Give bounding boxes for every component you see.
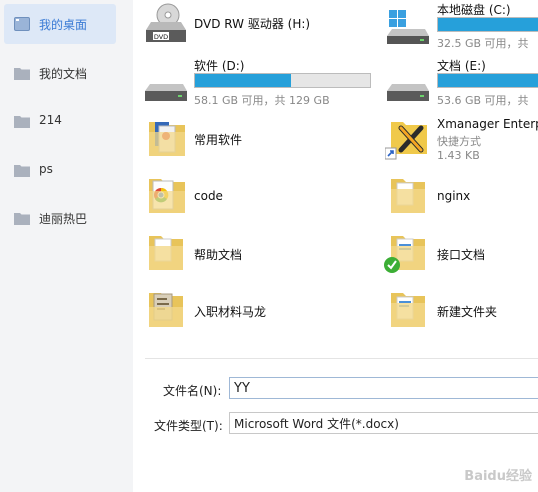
file-name: 新建文件夹: [437, 305, 498, 319]
folder-icon: [391, 179, 425, 213]
file-name: 文档 (E:): [437, 59, 486, 73]
file-name: code: [194, 189, 223, 203]
file-name: 入职材料马龙: [194, 305, 267, 319]
filetype-select[interactable]: Microsoft Word 文件(*.docx): [229, 412, 538, 434]
file-name: 帮助文档: [194, 248, 243, 262]
sidebar-item-ps[interactable]: ps: [4, 150, 116, 190]
folder-icon: [14, 68, 30, 80]
sidebar-item-label: 214: [39, 113, 62, 127]
hard-drive-icon: [145, 84, 187, 101]
folder-check-icon: [384, 236, 425, 273]
sidebar-item-label: 迪丽热巴: [39, 212, 88, 226]
xmanager-shortcut-icon: [385, 122, 427, 160]
folder-icon: [14, 116, 30, 128]
folder-icon: [149, 236, 183, 270]
file-name: 接口文档: [437, 248, 486, 262]
folder-icon: [391, 293, 425, 327]
file-name: 常用软件: [194, 133, 243, 147]
file-name: Xmanager Enterp: [437, 117, 538, 131]
hard-drive-icon: [387, 84, 429, 101]
disk-space-text: 58.1 GB 可用，共 129 GB: [194, 94, 330, 107]
watermark: Baidu经验: [464, 469, 532, 484]
folder-icon: [149, 293, 183, 327]
sidebar-item-label: ps: [39, 162, 53, 176]
file-item-common-software[interactable]: [145, 116, 375, 164]
form-divider: [145, 358, 538, 359]
file-type-text: 快捷方式: [437, 135, 481, 148]
sidebar-item-214[interactable]: 214: [4, 101, 116, 141]
folder-icon: [14, 165, 30, 177]
folder-icon: [14, 213, 30, 225]
desktop-icon: [14, 17, 30, 31]
sidebar-item-desktop[interactable]: 我的桌面: [4, 4, 116, 44]
file-name: 软件 (D:): [194, 59, 245, 73]
dvd-drive-icon: DVD: [146, 3, 186, 42]
folder-chrome-icon: [149, 179, 185, 213]
folder-icon: [149, 122, 185, 156]
disk-usage-bar: [437, 17, 538, 32]
disk-space-text: 53.6 GB 可用，共: [437, 94, 529, 107]
file-item-code[interactable]: [145, 173, 375, 221]
disk-usage-bar: [437, 73, 538, 88]
windows-drive-icon: [387, 10, 429, 44]
sidebar-item-dilireba[interactable]: 迪丽热巴: [4, 198, 116, 238]
sidebar-item-label: 我的文档: [39, 67, 88, 81]
sidebar-item-label: 我的桌面: [39, 18, 88, 32]
disk-usage-bar: [194, 73, 371, 88]
file-size-text: 1.43 KB: [437, 149, 480, 162]
sidebar-item-documents[interactable]: 我的文档: [4, 53, 116, 93]
filename-label: 文件名(N):: [163, 384, 222, 398]
svg-text:DVD: DVD: [154, 33, 168, 41]
filetype-value: Microsoft Word 文件(*.docx): [234, 416, 399, 431]
file-name: 本地磁盘 (C:): [437, 3, 511, 17]
file-name: nginx: [437, 189, 471, 203]
filename-input[interactable]: [229, 377, 538, 399]
disk-space-text: 32.5 GB 可用，共: [437, 37, 529, 50]
file-item-help-docs[interactable]: [145, 230, 375, 278]
file-name: DVD RW 驱动器 (H:): [194, 17, 311, 31]
filetype-label: 文件类型(T):: [154, 419, 223, 433]
sidebar: 我的桌面 我的文档 214 ps 迪丽热巴: [0, 0, 133, 492]
